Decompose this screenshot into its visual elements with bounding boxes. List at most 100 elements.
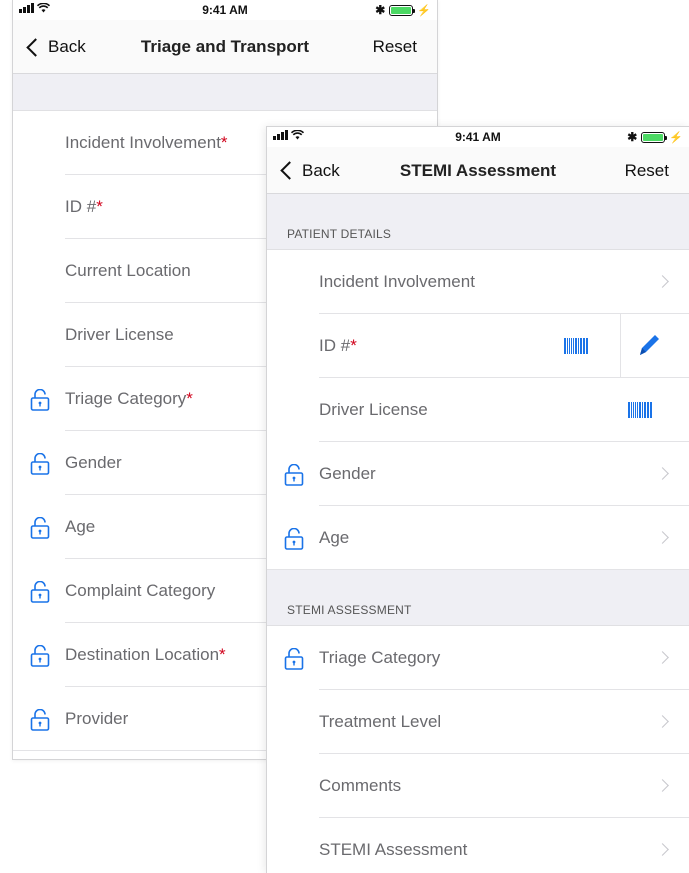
required-marker: * (96, 197, 103, 216)
field-label-text: Gender (65, 453, 122, 472)
field-label-text: Triage Category (65, 389, 187, 408)
status-right: ✱ ⚡ (375, 3, 431, 17)
field-label: Incident Involvement (319, 272, 475, 292)
chevron-right-icon (656, 531, 669, 544)
field-label-text: Provider (65, 709, 129, 728)
lock-open-icon (284, 463, 304, 486)
back-button[interactable]: Back (279, 147, 340, 194)
back-chevron-icon (280, 161, 299, 180)
status-bar: 9:41 AM ✱ ⚡ (267, 127, 689, 147)
field-label-text: Treatment Level (319, 712, 442, 731)
field-label-text: Age (65, 517, 96, 536)
required-marker: * (350, 336, 357, 355)
bluetooth-icon: ✱ (375, 3, 386, 17)
field-label: Driver License (65, 325, 174, 345)
required-marker: * (219, 645, 226, 664)
chevron-right-icon (656, 779, 669, 792)
patient-details-list: Incident Involvement ID #* Driver License G… (267, 250, 689, 570)
back-label: Back (302, 160, 340, 180)
bluetooth-icon: ✱ (627, 130, 638, 144)
field-row[interactable]: Age (267, 506, 689, 570)
nav-bar: Back Triage and Transport Reset (13, 20, 437, 74)
field-label: Driver License (319, 400, 428, 420)
field-label: Triage Category (319, 648, 440, 668)
barcode-icon[interactable] (564, 338, 588, 354)
lock-open-icon (284, 527, 304, 550)
field-label: Gender (65, 453, 122, 473)
back-label: Back (48, 37, 86, 56)
field-label: ID #* (319, 336, 357, 356)
battery-icon (389, 4, 416, 16)
status-bar: 9:41 AM ✱ ⚡ (13, 0, 437, 20)
section-header-stemi-assessment: STEMI ASSESSMENT (267, 570, 689, 626)
charging-icon: ⚡ (417, 4, 431, 17)
stemi-assessment-list: Triage Category Treatment Level Comments ST… (267, 626, 689, 873)
status-right: ✱ ⚡ (627, 130, 683, 144)
lock-open-icon (30, 644, 50, 667)
barcode-icon[interactable] (628, 402, 652, 418)
status-time: 9:41 AM (455, 130, 501, 144)
field-label-text: Triage Category (319, 648, 441, 667)
field-label-text: Driver License (65, 325, 174, 344)
field-label: Triage Category* (65, 389, 193, 409)
field-row[interactable]: STEMI Assessment (267, 818, 689, 873)
lock-open-icon (30, 452, 50, 475)
lock-open-icon (30, 516, 50, 539)
field-label: Age (65, 517, 95, 537)
field-label: STEMI Assessment (319, 840, 467, 860)
field-divider (620, 314, 621, 378)
field-label-text: Comments (319, 776, 402, 795)
field-label: Complaint Category (65, 581, 215, 601)
battery-icon (641, 131, 668, 143)
field-label: Provider (65, 709, 128, 729)
lock-open-icon (30, 708, 50, 731)
chevron-right-icon (656, 467, 669, 480)
reset-button[interactable]: Reset (373, 20, 417, 74)
field-label-text: Age (319, 528, 350, 547)
field-row[interactable]: Treatment Level (267, 690, 689, 754)
charging-icon: ⚡ (669, 131, 683, 144)
field-label-text: Gender (319, 464, 376, 483)
field-label-text: Complaint Category (65, 581, 216, 600)
field-label-text: Incident Involvement (65, 133, 221, 152)
reset-button[interactable]: Reset (625, 147, 669, 194)
field-label: Destination Location* (65, 645, 226, 665)
field-row[interactable]: Gender (267, 442, 689, 506)
section-spacer (13, 74, 437, 111)
required-marker: * (186, 389, 193, 408)
nav-bar: Back STEMI Assessment Reset (267, 147, 689, 194)
back-button[interactable]: Back (25, 20, 86, 74)
chevron-right-icon (656, 715, 669, 728)
required-marker: * (220, 133, 228, 152)
field-row[interactable]: Triage Category (267, 626, 689, 690)
field-label-text: ID # (65, 197, 97, 216)
field-label-text: Current Location (65, 261, 191, 280)
field-label-text: Destination Location (65, 645, 220, 664)
field-row[interactable]: ID #* (267, 314, 689, 378)
field-label: Current Location (65, 261, 191, 281)
chevron-right-icon (656, 275, 669, 288)
field-label-text: STEMI Assessment (319, 840, 468, 859)
field-label-text: Incident Involvement (319, 272, 475, 291)
stemi-assessment-screen: 9:41 AM ✱ ⚡ Back STEMI Assessment Reset … (266, 126, 689, 873)
field-label: Comments (319, 776, 401, 796)
section-header-patient-details: PATIENT DETAILS (267, 194, 689, 250)
field-label: Treatment Level (319, 712, 441, 732)
pencil-icon[interactable] (637, 332, 661, 358)
chevron-right-icon (656, 651, 669, 664)
chevron-right-icon (656, 843, 669, 856)
field-label-text: ID # (319, 336, 351, 355)
field-label: Incident Involvement* (65, 133, 228, 153)
field-row[interactable]: Incident Involvement (267, 250, 689, 314)
field-label: ID #* (65, 197, 103, 217)
field-row[interactable]: Driver License (267, 378, 689, 442)
field-label: Gender (319, 464, 376, 484)
lock-open-icon (30, 388, 50, 411)
field-label: Age (319, 528, 349, 548)
back-chevron-icon (26, 37, 45, 57)
status-time: 9:41 AM (202, 3, 248, 17)
lock-open-icon (30, 580, 50, 603)
field-row[interactable]: Comments (267, 754, 689, 818)
lock-open-icon (284, 647, 304, 670)
field-label-text: Driver License (319, 400, 428, 419)
